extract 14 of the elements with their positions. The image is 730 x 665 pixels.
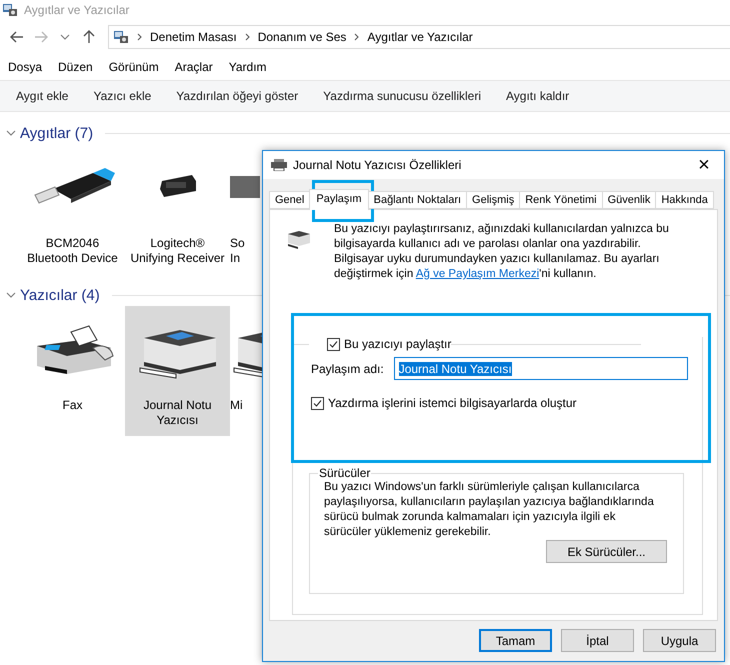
device-label: So In — [230, 235, 245, 266]
device-label: Journal Notu Yazıcısı — [143, 397, 212, 428]
sharing-description: Bu yazıcıyı paylaştırırsanız, ağınızdaki kullanıcılardan yalnızca bu bilgisayarda kullanıcı adı ve parolası olanlar ona yazdırabilir. Bilgisayar uyku durumundayken yazıcı kullanılamaz. Bu ayarları değiştirmek için Ağ ve Paylaşım Merkezi'ni kullanın. — [334, 222, 670, 282]
drivers-description: Bu yazıcı Windows'un farklı sürümleriyle çalışan kullanıcılarca paylaşılıyorsa, kullanıcıların paylaşılan yazıcıya bağlandıklarında sürücü bulmak zorunda kalmamaları için yazıcıyla ilgili ek sürücüler yüklemeniz gerekebilir. — [324, 480, 655, 540]
dialog-title: Journal Notu Yazıcısı Özellikleri — [293, 158, 462, 172]
window-title: Aygıtlar ve Yazıcılar — [24, 3, 130, 17]
device-label: Logitech® Unifying Receiver — [130, 235, 225, 266]
share-name-label: Paylaşım adı: — [311, 362, 384, 376]
device-label: Mi — [230, 397, 243, 413]
render-label: Yazdırma işlerini istemci bilgisayarlarda oluştur — [328, 396, 577, 410]
drivers-title: Sürücüler — [318, 466, 372, 480]
share-label: Bu yazıcıyı paylaştır — [344, 337, 452, 351]
device-label: Fax — [62, 397, 82, 413]
device-label: BCM2046 Bluetooth Device — [27, 235, 118, 266]
